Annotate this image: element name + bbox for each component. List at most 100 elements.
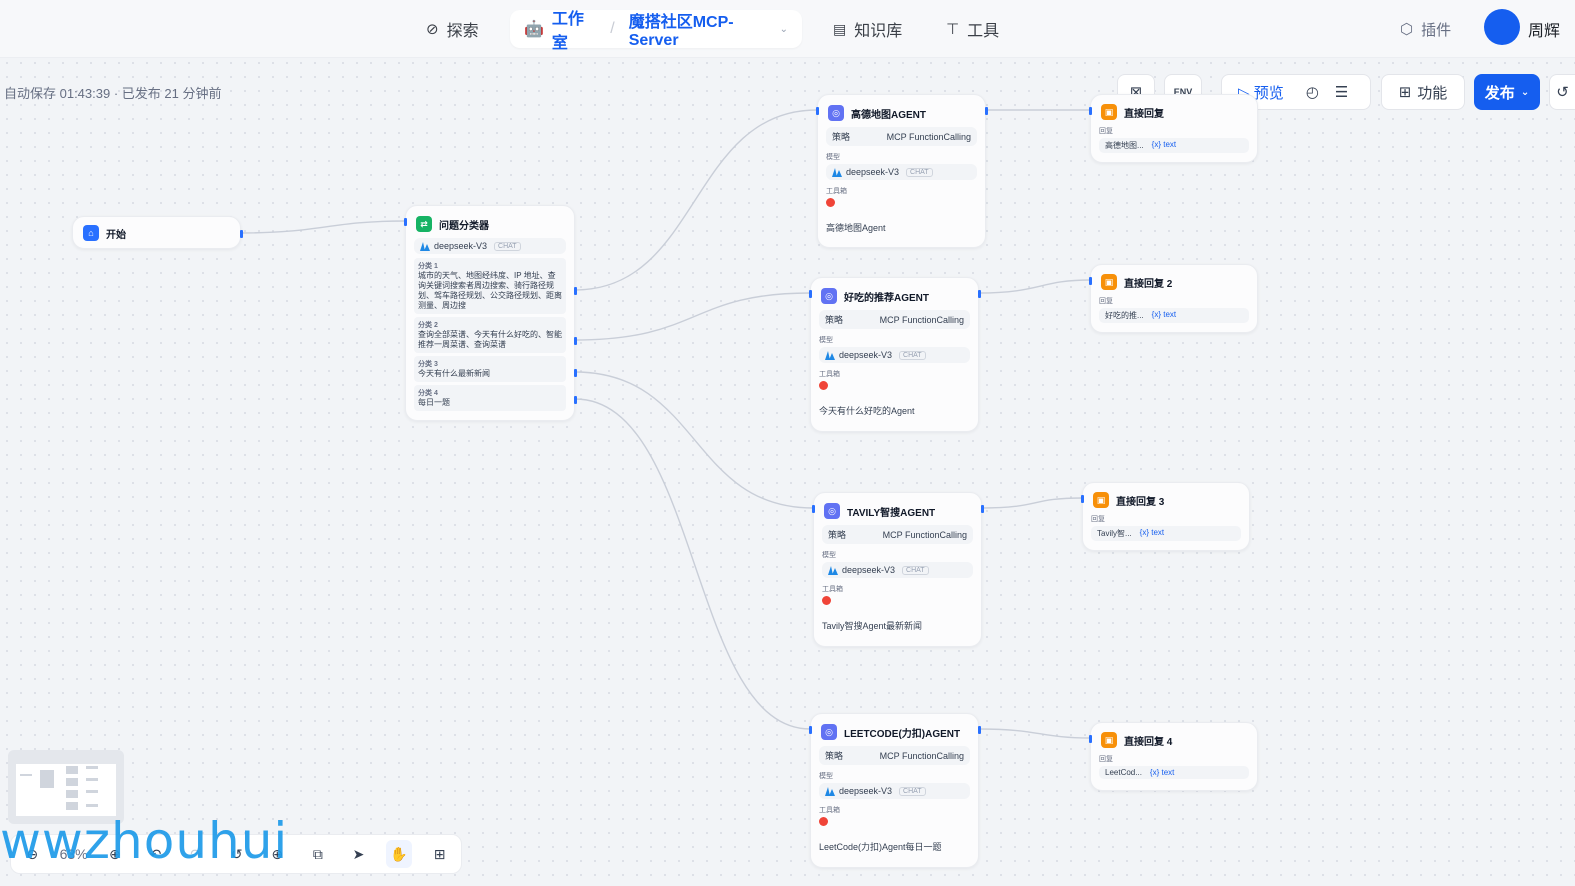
category-text: 每日一题 bbox=[418, 398, 450, 407]
model-row[interactable]: deepseek-V3 CHAT bbox=[414, 238, 566, 254]
organize-icon[interactable]: ⊞ bbox=[426, 840, 453, 868]
category-label: 分类 4 bbox=[418, 390, 438, 397]
note-icon[interactable]: ⧉ bbox=[305, 840, 332, 868]
top-navigation: ⊘ 探索 🤖 工作室 / 魔搭社区MCP-Server ⌄ ▤ 知识库 ⊤ 工具… bbox=[0, 0, 1575, 58]
node-title: LEETCODE(力扣)AGENT bbox=[844, 728, 961, 740]
cube-icon: ⬡ bbox=[1400, 21, 1414, 38]
breadcrumb-separator: / bbox=[610, 20, 615, 37]
nav-knowledge[interactable]: ▤ 知识库 bbox=[833, 14, 902, 44]
tool-icon bbox=[819, 817, 828, 826]
node-title: 高德地图AGENT bbox=[851, 109, 926, 121]
input-handle[interactable] bbox=[1089, 277, 1092, 285]
edge-agent3-reply3 bbox=[981, 497, 1083, 509]
reply-source: LeetCod... bbox=[1105, 768, 1142, 777]
nav-tools[interactable]: ⊤ 工具 bbox=[946, 14, 999, 44]
agent-node-leetcode[interactable]: ◎ LEETCODE(力扣)AGENT 策略 MCP FunctionCallin… bbox=[809, 713, 981, 868]
restore-button[interactable]: ↺ bbox=[1549, 74, 1575, 110]
history-icon[interactable]: ◴ bbox=[1306, 83, 1319, 101]
chat-tag: CHAT bbox=[906, 167, 933, 177]
reply-variable: text bbox=[1163, 310, 1177, 319]
publish-label: 发布 bbox=[1484, 84, 1515, 102]
category-label: 分类 2 bbox=[418, 322, 438, 329]
strategy-value: MCP FunctionCalling bbox=[879, 750, 964, 761]
model-name: deepseek-V3 bbox=[434, 241, 488, 251]
reply-node-1[interactable]: ▣ 直接回复 回复 高德地图... {x} text bbox=[1089, 94, 1258, 163]
question-classifier-node[interactable]: ⇄ 问题分类器 deepseek-V3 CHAT 分类 1 城市的天气、地图经纬… bbox=[404, 205, 577, 421]
output-handle-4[interactable] bbox=[574, 396, 577, 404]
output-handle[interactable] bbox=[240, 230, 243, 238]
output-handle[interactable] bbox=[981, 505, 984, 513]
list-icon[interactable]: ☰ bbox=[1335, 83, 1348, 101]
chevron-down-icon: ⌄ bbox=[1520, 86, 1530, 98]
model-label: 模型 bbox=[819, 337, 833, 344]
output-handle[interactable] bbox=[985, 107, 988, 115]
output-handle-2[interactable] bbox=[574, 337, 577, 345]
publish-button[interactable]: 发布 ⌄ bbox=[1474, 74, 1540, 110]
app-name[interactable]: 魔搭社区MCP-Server bbox=[629, 8, 772, 50]
nav-explore[interactable]: ⊘ 探索 bbox=[426, 14, 479, 44]
chevron-down-icon[interactable]: ⌄ bbox=[780, 24, 788, 35]
node-description: LeetCode(力扣)Agent每日一题 bbox=[819, 842, 942, 852]
node-title: 直接回复 4 bbox=[1124, 736, 1173, 748]
deepseek-icon bbox=[420, 241, 430, 251]
input-handle[interactable] bbox=[1089, 107, 1092, 115]
category-label: 分类 1 bbox=[418, 263, 438, 270]
reply-icon: ▣ bbox=[1101, 274, 1117, 290]
reply-node-4[interactable]: ▣ 直接回复 4 回复 LeetCod... {x} text bbox=[1089, 722, 1258, 791]
model-name: deepseek-V3 bbox=[839, 786, 893, 796]
reply-icon: ▣ bbox=[1101, 732, 1117, 748]
input-handle[interactable] bbox=[809, 726, 812, 734]
pointer-icon[interactable]: ➤ bbox=[345, 840, 372, 868]
grid-plus-icon: ⊞ bbox=[1398, 84, 1412, 101]
reply-label: 回复 bbox=[1099, 756, 1113, 763]
category-text: 查询全部菜谱、今天有什么好吃的、智能推荐一周菜谱、查询菜谱 bbox=[418, 330, 562, 349]
hand-icon[interactable]: ✋ bbox=[385, 840, 413, 868]
input-handle[interactable] bbox=[812, 505, 815, 513]
output-handle[interactable] bbox=[978, 290, 981, 298]
model-label: 模型 bbox=[819, 773, 833, 780]
node-title: 好吃的推荐AGENT bbox=[844, 292, 929, 304]
classifier-icon: ⇄ bbox=[416, 216, 432, 232]
node-description: 高德地图Agent bbox=[826, 223, 886, 233]
features-button[interactable]: ⊞ 功能 bbox=[1381, 74, 1465, 110]
nav-plugins[interactable]: ⬡ 插件 bbox=[1400, 14, 1451, 44]
agent-node-food[interactable]: ◎ 好吃的推荐AGENT 策略 MCP FunctionCalling 模型 de… bbox=[809, 277, 981, 432]
input-handle[interactable] bbox=[1081, 495, 1084, 503]
nav-plugins-label: 插件 bbox=[1421, 21, 1452, 39]
reply-node-3[interactable]: ▣ 直接回复 3 回复 Tavily智... {x} text bbox=[1081, 482, 1250, 551]
category-text: 城市的天气、地图经纬度、IP 地址、查询关键词搜索者周边搜索、骑行路径规划、驾车… bbox=[418, 271, 562, 310]
username[interactable]: 周辉 bbox=[1528, 17, 1560, 41]
strategy-label: 策略 bbox=[832, 132, 851, 142]
edge-classifier-agent3 bbox=[574, 371, 814, 509]
agent-node-tavily[interactable]: ◎ TAVILY智搜AGENT 策略 MCP FunctionCalling 模型… bbox=[812, 492, 984, 647]
tool-icon bbox=[822, 596, 831, 605]
nav-tools-label: 工具 bbox=[967, 23, 1000, 40]
node-description: 今天有什么好吃的Agent bbox=[819, 406, 915, 416]
reply-variable: text bbox=[1163, 140, 1177, 149]
model-label: 模型 bbox=[826, 154, 840, 161]
output-handle[interactable] bbox=[978, 726, 981, 734]
refresh-icon: ↺ bbox=[1556, 84, 1569, 101]
start-node[interactable]: ⌂ 开始 bbox=[72, 216, 243, 249]
reply-label: 回复 bbox=[1099, 128, 1113, 135]
input-handle[interactable] bbox=[809, 290, 812, 298]
features-label: 功能 bbox=[1417, 84, 1448, 102]
agent-icon: ◎ bbox=[821, 724, 837, 740]
input-handle[interactable] bbox=[816, 107, 819, 115]
nav-studio-label[interactable]: 工作室 bbox=[552, 5, 596, 53]
node-title: 问题分类器 bbox=[439, 220, 489, 232]
model-label: 模型 bbox=[822, 552, 836, 559]
reply-icon: ▣ bbox=[1093, 492, 1109, 508]
agent-node-amap[interactable]: ◎ 高德地图AGENT 策略 MCP FunctionCalling 模型 dee… bbox=[816, 94, 988, 248]
input-handle[interactable] bbox=[1089, 735, 1092, 743]
compass-icon: ⊘ bbox=[426, 21, 439, 38]
reply-node-2[interactable]: ▣ 直接回复 2 回复 好吃的推... {x} text bbox=[1089, 264, 1258, 333]
nav-studio-breadcrumb[interactable]: 🤖 工作室 / 魔搭社区MCP-Server ⌄ bbox=[510, 8, 802, 52]
output-handle-3[interactable] bbox=[574, 369, 577, 377]
model-name: deepseek-V3 bbox=[842, 565, 896, 575]
node-title: TAVILY智搜AGENT bbox=[847, 507, 936, 519]
agent-icon: ◎ bbox=[828, 105, 844, 121]
input-handle[interactable] bbox=[404, 218, 407, 226]
avatar[interactable] bbox=[1484, 9, 1520, 45]
output-handle-1[interactable] bbox=[574, 287, 577, 295]
